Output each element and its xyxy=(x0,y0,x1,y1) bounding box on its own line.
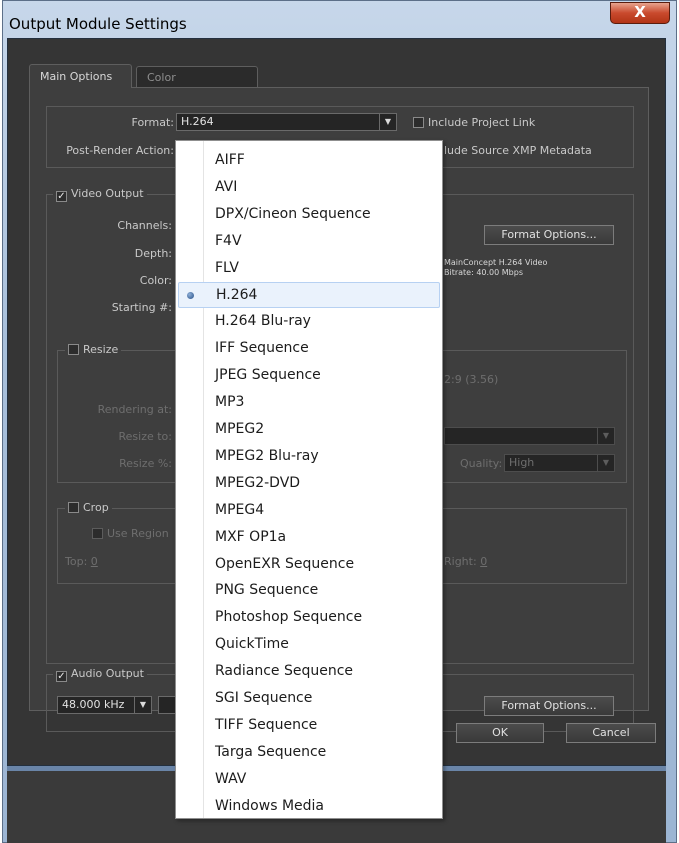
format-option[interactable]: Radiance Sequence xyxy=(178,658,440,684)
format-option[interactable]: AIFF xyxy=(178,147,440,173)
format-option[interactable]: DPX/Cineon Sequence xyxy=(178,201,440,227)
tab-color-management[interactable]: Color Management xyxy=(136,66,258,106)
checkbox-icon xyxy=(68,502,79,513)
checkmark-icon: ✓ xyxy=(56,191,67,202)
cancel-button[interactable]: Cancel xyxy=(566,723,656,743)
include-project-link-label: Include Project Link xyxy=(428,116,536,129)
audio-output-title: Audio Output xyxy=(71,667,144,680)
resize-preset-dropdown[interactable]: ▼ xyxy=(444,427,615,445)
use-region-checkbox[interactable]: Use Region xyxy=(92,527,169,540)
format-option[interactable]: AVI xyxy=(178,174,440,200)
format-option[interactable]: F4V xyxy=(178,228,440,254)
chevron-down-icon: ▼ xyxy=(379,114,396,130)
checkbox-icon xyxy=(92,528,103,539)
format-option[interactable]: MPEG2 Blu-ray xyxy=(178,443,440,469)
format-option[interactable]: IFF Sequence xyxy=(178,335,440,361)
video-format-options-button[interactable]: Format Options... xyxy=(484,225,614,245)
crop-title: Crop xyxy=(83,501,109,514)
resize-aspect-text: 2:9 (3.56) xyxy=(444,373,499,386)
format-option[interactable]: PNG Sequence xyxy=(178,577,440,603)
format-option[interactable]: TIFF Sequence xyxy=(178,712,440,738)
format-option[interactable]: JPEG Sequence xyxy=(178,362,440,388)
crop-checkbox[interactable]: Crop xyxy=(65,501,112,514)
selected-radio-icon xyxy=(187,291,194,299)
format-label: Format: xyxy=(131,116,174,129)
format-option[interactable]: Photoshop Sequence xyxy=(178,604,440,630)
crop-right-label: Right: xyxy=(444,555,477,568)
format-option[interactable]: Windows Media xyxy=(178,793,440,819)
format-option[interactable]: WAV xyxy=(178,766,440,792)
format-dropdown-list[interactable]: AIFF AVI DPX/Cineon Sequence F4V FLV H.264 H.2… xyxy=(175,140,443,819)
crop-top-value: 0 xyxy=(90,555,98,568)
codec-info: MainConcept H.264 Video xyxy=(444,258,548,267)
channels-label: Channels: xyxy=(117,219,172,232)
sample-rate-dropdown[interactable]: 48.000 kHz ▼ xyxy=(57,696,152,714)
format-option[interactable]: FLV xyxy=(178,255,440,281)
chevron-down-icon: ▼ xyxy=(134,697,151,713)
chevron-down-icon: ▼ xyxy=(597,455,614,471)
crop-right-value: 0 xyxy=(480,555,488,568)
video-output-title: Video Output xyxy=(71,187,144,200)
quality-label: Quality: xyxy=(460,457,503,470)
tab-main-options[interactable]: Main Options xyxy=(29,64,132,88)
format-option[interactable]: MPEG4 xyxy=(178,497,440,523)
resize-percent-label: Resize %: xyxy=(119,457,172,470)
checkbox-icon xyxy=(68,344,79,355)
quality-dropdown[interactable]: High ▼ xyxy=(504,454,615,472)
format-option[interactable]: OpenEXR Sequence xyxy=(178,551,440,577)
resize-checkbox[interactable]: Resize xyxy=(65,343,122,356)
depth-label: Depth: xyxy=(134,247,172,260)
include-xmp-label[interactable]: lude Source XMP Metadata xyxy=(444,144,592,157)
format-option[interactable]: MP3 xyxy=(178,389,440,415)
ok-button[interactable]: OK xyxy=(456,723,544,743)
resize-to-label: Resize to: xyxy=(118,430,173,443)
audio-output-checkbox[interactable]: ✓ Audio Output xyxy=(53,667,147,682)
quality-value: High xyxy=(509,456,535,469)
checkmark-icon: ✓ xyxy=(56,671,67,682)
format-option[interactable]: H.264 Blu-ray xyxy=(178,308,440,334)
title-bar[interactable]: Output Module Settings X xyxy=(3,1,676,39)
format-option[interactable]: H.264 xyxy=(178,281,440,308)
crop-top-label: Top: xyxy=(65,555,88,568)
rendering-at-label: Rendering at: xyxy=(97,403,172,416)
chevron-down-icon: ▼ xyxy=(597,428,614,444)
format-option[interactable]: SGI Sequence xyxy=(178,685,440,711)
resize-title: Resize xyxy=(83,343,119,356)
window-title: Output Module Settings xyxy=(9,15,187,33)
video-output-checkbox[interactable]: ✓ Video Output xyxy=(53,187,147,202)
bitrate-info: Bitrate: 40.00 Mbps xyxy=(444,268,524,277)
crop-top-field[interactable]: Top: 0 xyxy=(65,555,98,568)
format-value: H.264 xyxy=(181,115,214,128)
format-dropdown[interactable]: H.264 ▼ xyxy=(176,113,397,131)
format-option[interactable]: MPEG2-DVD xyxy=(178,470,440,496)
format-option[interactable]: MPEG2 xyxy=(178,416,440,442)
sample-rate-value: 48.000 kHz xyxy=(62,698,125,711)
format-option[interactable]: MXF OP1a xyxy=(178,524,440,550)
color-label: Color: xyxy=(139,274,172,287)
starting-number-label: Starting #: xyxy=(111,301,172,314)
use-region-label: Use Region xyxy=(107,527,169,540)
format-option[interactable]: QuickTime xyxy=(178,631,440,657)
format-option[interactable]: Targa Sequence xyxy=(178,739,440,765)
checkbox-icon xyxy=(413,117,424,128)
post-render-label: Post-Render Action: xyxy=(66,144,174,157)
close-button[interactable]: X xyxy=(610,2,670,24)
audio-format-options-button[interactable]: Format Options... xyxy=(484,696,614,716)
crop-right-field[interactable]: Right: 0 xyxy=(444,555,487,568)
include-project-link-checkbox[interactable]: Include Project Link xyxy=(413,116,535,129)
